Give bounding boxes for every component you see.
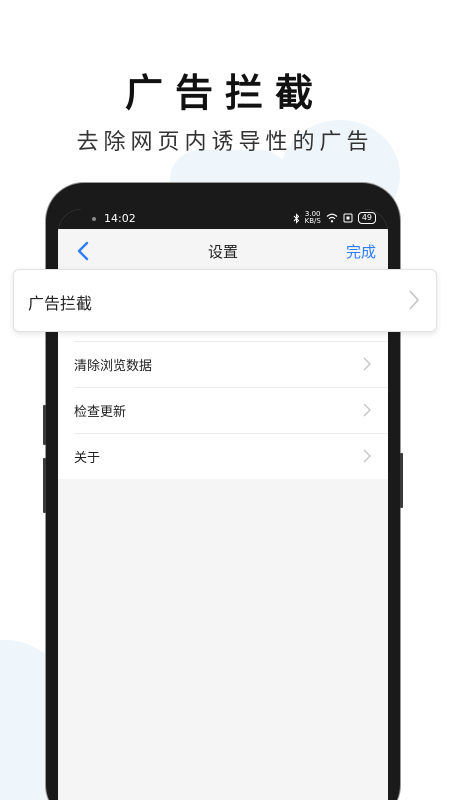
- promo-title: 广告拦截: [124, 71, 325, 115]
- ad-block-label: 广告拦截: [28, 294, 93, 313]
- phone-side-button: [400, 453, 403, 508]
- net-speed-unit: KB/S: [304, 217, 321, 225]
- status-bar: 14:02 3.00 KB/S 49: [58, 209, 388, 229]
- battery-indicator: 49: [357, 212, 376, 224]
- nav-title: 设置: [207, 243, 238, 261]
- settings-item-label: 检查更新: [74, 404, 127, 420]
- phone-side-button: [43, 458, 46, 513]
- status-time: 14:02: [104, 212, 136, 225]
- bluetooth-icon: [293, 212, 299, 224]
- promo-subtitle: 去除网页内诱导性的广告: [76, 130, 374, 155]
- settings-item-label: 清除浏览数据: [74, 358, 153, 374]
- sim-icon: [343, 213, 353, 223]
- settings-item-check-update[interactable]: 检查更新: [58, 387, 388, 433]
- net-speed: 3.00 KB/S: [305, 211, 321, 225]
- chevron-right-icon: [409, 290, 420, 310]
- promo-page: 广告拦截 去除网页内诱导性的广告 14:02 3.00 KB/S 49 设置 完…: [0, 0, 450, 800]
- phone-side-button: [43, 405, 46, 445]
- camera-dot: [92, 217, 96, 221]
- wifi-icon: [326, 213, 338, 223]
- status-icons: 3.00 KB/S 49: [293, 211, 376, 225]
- settings-item-clear-browsing-data[interactable]: 清除浏览数据: [58, 341, 388, 387]
- settings-item-about[interactable]: 关于: [58, 433, 388, 479]
- chevron-right-icon: [363, 403, 371, 417]
- settings-item-label: 关于: [74, 450, 101, 466]
- settings-item-ad-block-highlight[interactable]: 广告拦截: [13, 269, 437, 332]
- done-button[interactable]: 完成: [346, 241, 376, 262]
- nav-bar: 设置 完成: [58, 229, 388, 273]
- chevron-right-icon: [363, 449, 371, 463]
- chevron-right-icon: [363, 357, 371, 371]
